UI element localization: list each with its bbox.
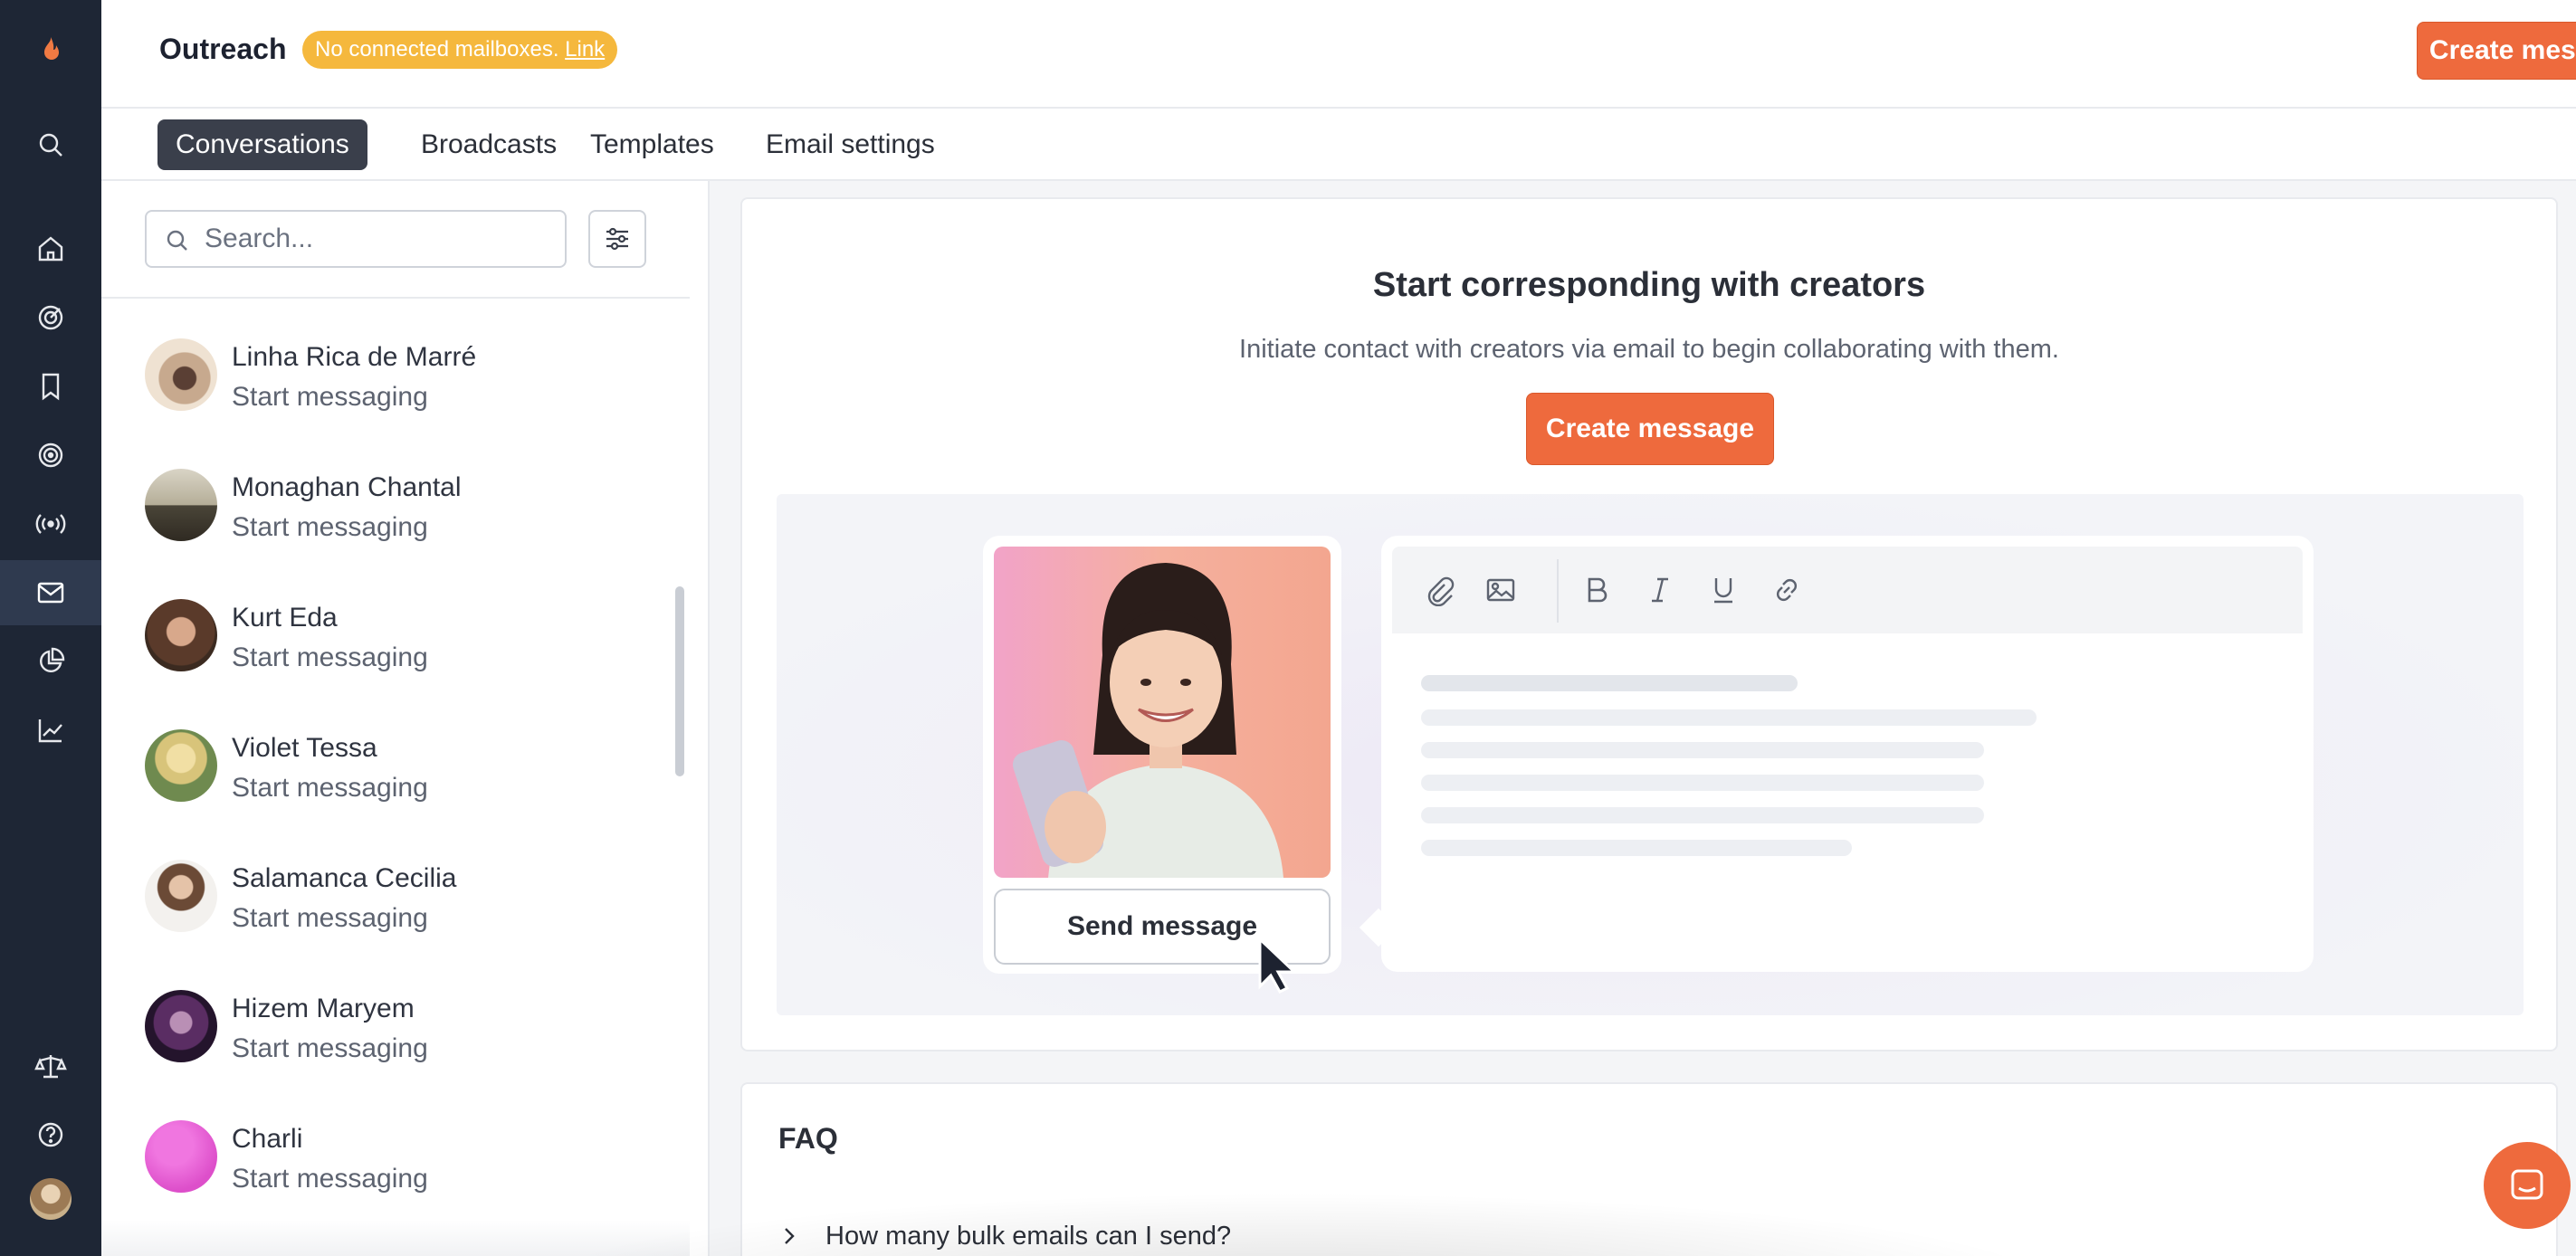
attachment-icon (1421, 572, 1457, 608)
list-item[interactable]: Charli Start messaging (101, 1095, 690, 1225)
contact-name: Charli (232, 1124, 303, 1154)
avatar (145, 1120, 217, 1193)
logo-flame-icon[interactable] (0, 18, 101, 83)
avatar (145, 338, 217, 411)
list-item[interactable]: Linha Rica de Marré Start messaging (101, 313, 690, 443)
tab-broadcasts[interactable]: Broadcasts (403, 119, 575, 170)
list-item[interactable]: Monaghan Chantal Start messaging (101, 443, 690, 574)
contact-status: Start messaging (232, 903, 428, 933)
list-fade (101, 1220, 690, 1256)
avatar (145, 860, 217, 932)
mailbox-warning-text: No connected mailboxes. (315, 37, 559, 62)
illustration-photo-card: Send message (983, 536, 1341, 974)
list-item[interactable]: Violet Tessa Start messaging (101, 704, 690, 834)
header-create-message-button[interactable]: Create message (2417, 22, 2576, 80)
tab-templates[interactable]: Templates (572, 119, 732, 170)
contact-status: Start messaging (232, 642, 428, 672)
bold-icon (1579, 572, 1615, 608)
skeleton-line (1421, 709, 2037, 726)
list-item[interactable]: Salamanca Cecilia Start messaging (101, 834, 690, 965)
broadcast-icon[interactable] (0, 491, 101, 557)
empty-state-subtitle: Initiate contact with creators via email… (1239, 335, 2059, 364)
avatar (145, 729, 217, 802)
list-item[interactable]: Hizem Maryem Start messaging (101, 965, 690, 1095)
skeleton-line (1421, 775, 1984, 791)
mail-icon[interactable] (0, 560, 101, 625)
connect-mailbox-link[interactable]: Link (565, 37, 605, 62)
page-title: Outreach (159, 33, 287, 65)
creator-photo (994, 547, 1331, 878)
cursor-pointer-icon (1258, 937, 1298, 994)
image-icon (1483, 572, 1519, 608)
skeleton-line (1421, 742, 1984, 758)
empty-state-title: Start corresponding with creators (1372, 266, 1926, 304)
tab-email-settings[interactable]: Email settings (748, 119, 953, 170)
editor-toolbar (1392, 547, 2303, 633)
skeleton-line (1421, 675, 1798, 691)
search-icon (167, 230, 187, 251)
contact-name: Kurt Eda (232, 603, 338, 633)
chevron-right-icon (785, 1228, 795, 1244)
home-icon[interactable] (0, 216, 101, 281)
contact-name: Linha Rica de Marré (232, 342, 477, 372)
contact-status: Start messaging (232, 512, 428, 542)
avatar (145, 469, 217, 541)
list-scrollbar[interactable] (675, 586, 684, 776)
top-header: Outreach No connected mailboxes. Link Cr… (101, 0, 2576, 109)
faq-item[interactable]: How many bulk emails can I send? (778, 1218, 1231, 1254)
conversation-list: Linha Rica de Marré Start messaging Mona… (101, 181, 710, 1256)
search-icon[interactable] (0, 112, 101, 177)
pie-chart-icon[interactable] (0, 629, 101, 694)
chat-icon (2511, 1169, 2543, 1200)
contact-name: Salamanca Cecilia (232, 863, 457, 893)
faq-card: FAQ How many bulk emails can I send? (740, 1082, 2558, 1256)
nav-rail (0, 0, 101, 1256)
list-item[interactable]: Kurt Eda Start messaging (101, 574, 690, 704)
search-input[interactable] (205, 219, 549, 259)
trend-chart-icon[interactable] (0, 698, 101, 763)
chat-launcher-button[interactable] (2484, 1142, 2571, 1229)
contact-name: Monaghan Chantal (232, 472, 462, 502)
link-icon (1769, 572, 1805, 608)
create-message-button[interactable]: Create message (1526, 393, 1774, 465)
mailbox-warning-badge: No connected mailboxes. Link (302, 31, 618, 69)
faq-question: How many bulk emails can I send? (825, 1221, 1232, 1251)
toolbar-separator (1557, 559, 1559, 623)
underline-icon (1705, 572, 1741, 608)
list-divider (101, 297, 690, 299)
radar-icon[interactable] (0, 423, 101, 488)
filter-button[interactable] (588, 210, 646, 268)
avatar (145, 990, 217, 1062)
skeleton-line (1421, 807, 1984, 823)
contact-name: Violet Tessa (232, 733, 377, 763)
skeleton-line (1421, 840, 1852, 856)
illustration-editor-card (1381, 536, 2314, 972)
tab-bar: Conversations Broadcasts Templates Email… (101, 109, 2576, 181)
faq-title: FAQ (778, 1122, 838, 1155)
tab-conversations[interactable]: Conversations (157, 119, 367, 170)
avatar (145, 599, 217, 671)
search-box (145, 210, 567, 268)
user-avatar[interactable] (30, 1178, 72, 1220)
italic-icon (1642, 572, 1678, 608)
bookmark-icon[interactable] (0, 354, 101, 419)
contact-status: Start messaging (232, 773, 428, 803)
contact-name: Hizem Maryem (232, 994, 415, 1023)
contact-status: Start messaging (232, 1164, 428, 1194)
help-icon[interactable] (0, 1102, 101, 1167)
contact-status: Start messaging (232, 1033, 428, 1063)
target-icon[interactable] (0, 285, 101, 350)
scale-icon[interactable] (0, 1033, 101, 1099)
sliders-icon (606, 227, 628, 251)
contact-status: Start messaging (232, 382, 428, 412)
